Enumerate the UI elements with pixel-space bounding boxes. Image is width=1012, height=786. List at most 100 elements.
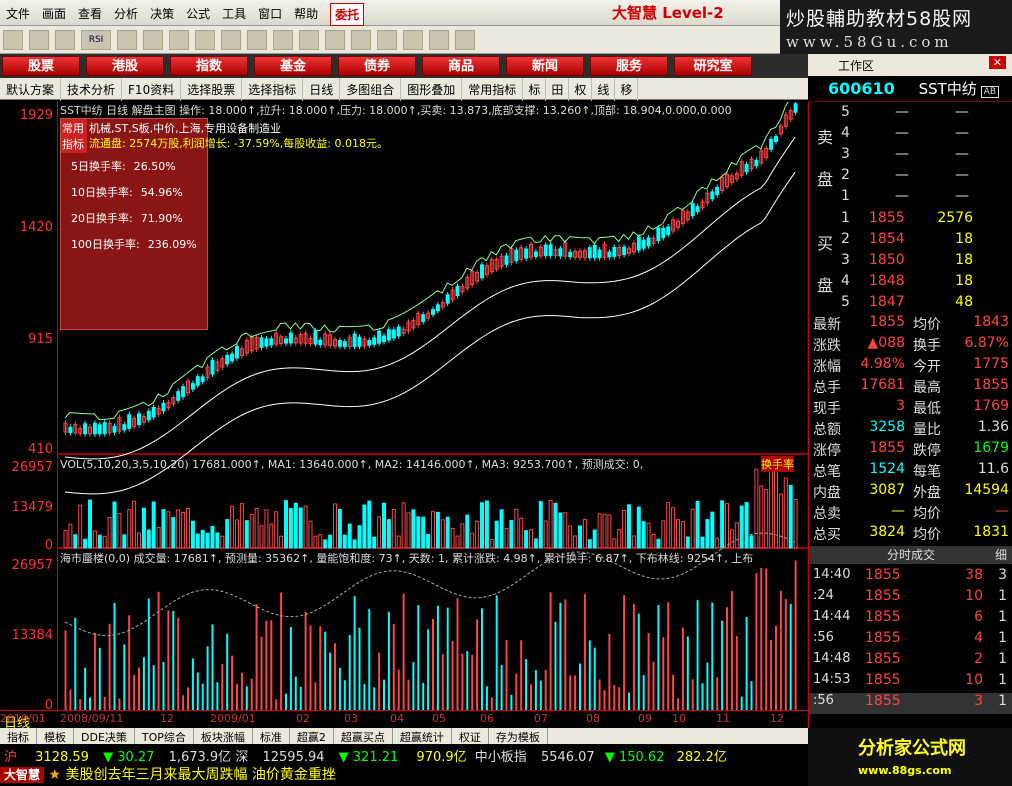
- tab-item[interactable]: 港股: [86, 56, 164, 76]
- chart-tool-button[interactable]: 技术分析: [61, 78, 123, 101]
- tab-item[interactable]: 服务: [590, 56, 668, 76]
- candle-body: [352, 333, 357, 348]
- chart-mode-button[interactable]: 线: [592, 78, 616, 101]
- volume-bar: [176, 509, 181, 549]
- tab-item[interactable]: 股票: [2, 56, 80, 76]
- volume-bar: [244, 520, 249, 549]
- trade-price: 1855: [865, 693, 901, 709]
- trade-price: 1855: [865, 651, 901, 667]
- date-tick: 2008/09/11: [60, 712, 124, 725]
- stat-value: 1855: [869, 440, 905, 456]
- chart-tool-button[interactable]: 图形叠加: [401, 78, 463, 101]
- menu-item[interactable]: 决策: [144, 0, 180, 27]
- menu-item[interactable]: 分析: [108, 0, 144, 27]
- ab-badge[interactable]: AB: [980, 86, 1000, 98]
- panel-title: 工作区 ✕: [808, 54, 1012, 76]
- axis-tick-label: 410: [28, 442, 53, 457]
- dollar-icon[interactable]: [195, 30, 215, 50]
- house-icon[interactable]: [299, 30, 319, 50]
- menu-item[interactable]: 帮助: [288, 0, 324, 27]
- chart-tool-button[interactable]: F10资料: [122, 78, 182, 101]
- candle-body: [386, 329, 391, 341]
- flag-icon[interactable]: [221, 30, 241, 50]
- chart-tool-button[interactable]: 选择股票: [181, 78, 243, 101]
- stat-value: —: [891, 503, 905, 519]
- volume-bar: [582, 518, 587, 549]
- image-icon[interactable]: [29, 30, 49, 50]
- tab-item[interactable]: 新闻: [506, 56, 584, 76]
- tab-item[interactable]: 指数: [170, 56, 248, 76]
- trade-button[interactable]: 委托: [330, 3, 365, 26]
- diamond-icon[interactable]: [325, 30, 345, 50]
- rsi-icon[interactable]: RSI: [81, 30, 111, 50]
- menu-item[interactable]: 窗口: [252, 0, 288, 27]
- menu-item[interactable]: 文件: [0, 0, 36, 27]
- stat-label: 每笔: [913, 464, 941, 480]
- trade-qty: 10: [965, 588, 983, 604]
- quote-row: 最新 1855 均价 1843: [809, 314, 1012, 335]
- doc-icon[interactable]: [403, 30, 423, 50]
- chart-icon[interactable]: [55, 30, 75, 50]
- volume-bar: [631, 535, 636, 549]
- pointer-icon[interactable]: [455, 30, 475, 50]
- chart-tool-button[interactable]: 日线: [303, 78, 341, 101]
- buy-qty: 18: [955, 231, 973, 247]
- stat-label: 现手: [813, 401, 841, 417]
- candle-body: [391, 329, 396, 339]
- chart-mode-button[interactable]: 田: [546, 78, 570, 101]
- candle-body: [396, 326, 401, 337]
- stat-label: 涨幅: [813, 359, 841, 375]
- news-ticker[interactable]: 大智慧 ★ 美股创去年三月来最大周跌幅 油价黄金重挫: [0, 764, 808, 786]
- red-circle-icon[interactable]: [351, 30, 371, 50]
- volume-bar: [352, 539, 357, 549]
- logo-title: 分析家公式网: [858, 738, 966, 759]
- chart-tool-button[interactable]: 默认方案: [0, 78, 62, 101]
- menu-item[interactable]: 查看: [72, 0, 108, 27]
- chart-mode-button[interactable]: 移: [615, 78, 639, 101]
- volume-bar: [622, 510, 627, 549]
- close-icon[interactable]: ✕: [988, 56, 1006, 69]
- stat-label: 最低: [913, 401, 941, 417]
- menu-item[interactable]: 工具: [216, 0, 252, 27]
- sh-amount: 1,673.9亿: [168, 750, 232, 765]
- date-tick: 09: [638, 712, 652, 725]
- expand-icon[interactable]: [273, 30, 293, 50]
- chart-mode-button[interactable]: 标: [523, 78, 547, 101]
- pen-icon[interactable]: [169, 30, 189, 50]
- binoculars-icon[interactable]: [247, 30, 267, 50]
- tab-item[interactable]: 债券: [338, 56, 416, 76]
- tab-item[interactable]: 商品: [422, 56, 500, 76]
- chart-mode-button[interactable]: 权: [569, 78, 593, 101]
- trade-count: 1: [998, 651, 1007, 667]
- news-headline[interactable]: 美股创去年三月来最大周跌幅 油价黄金重挫: [65, 767, 335, 783]
- buy-price: 1847: [869, 294, 905, 310]
- toolbar: RSI: [0, 26, 780, 54]
- menu-item[interactable]: 公式: [180, 0, 216, 27]
- turnover-tag[interactable]: 换手率: [761, 456, 794, 472]
- menu-item[interactable]: 画面: [36, 0, 72, 27]
- chart-tool-button[interactable]: 选择指标: [242, 78, 304, 101]
- volume-bar: [597, 513, 602, 549]
- volume-bar: [63, 529, 68, 549]
- buy-qty: 48: [955, 294, 973, 310]
- volume-bar: [342, 534, 347, 549]
- popup-head[interactable]: 常用指标: [61, 119, 87, 153]
- axis-tick-label: 915: [28, 332, 53, 347]
- blue-circle-icon[interactable]: [377, 30, 397, 50]
- volume-bar: [372, 536, 377, 549]
- open-icon[interactable]: [3, 30, 23, 50]
- chart-tool-button[interactable]: 常用指标: [462, 78, 524, 101]
- volume-bar: [156, 526, 161, 549]
- bars-icon[interactable]: [429, 30, 449, 50]
- chart-tool-button[interactable]: 多图组合: [340, 78, 402, 101]
- tab-item[interactable]: 研究室: [674, 56, 752, 76]
- volume-bar: [288, 508, 293, 549]
- tab-item[interactable]: 基金: [254, 56, 332, 76]
- sell-qty: —: [955, 188, 969, 204]
- volume-bar: [347, 523, 352, 549]
- cross-icon[interactable]: [143, 30, 163, 50]
- trades-detail-button[interactable]: 细: [995, 546, 1007, 563]
- grid-icon[interactable]: [117, 30, 137, 50]
- stat-label: 最新: [813, 317, 841, 333]
- volume-bar: [102, 535, 107, 549]
